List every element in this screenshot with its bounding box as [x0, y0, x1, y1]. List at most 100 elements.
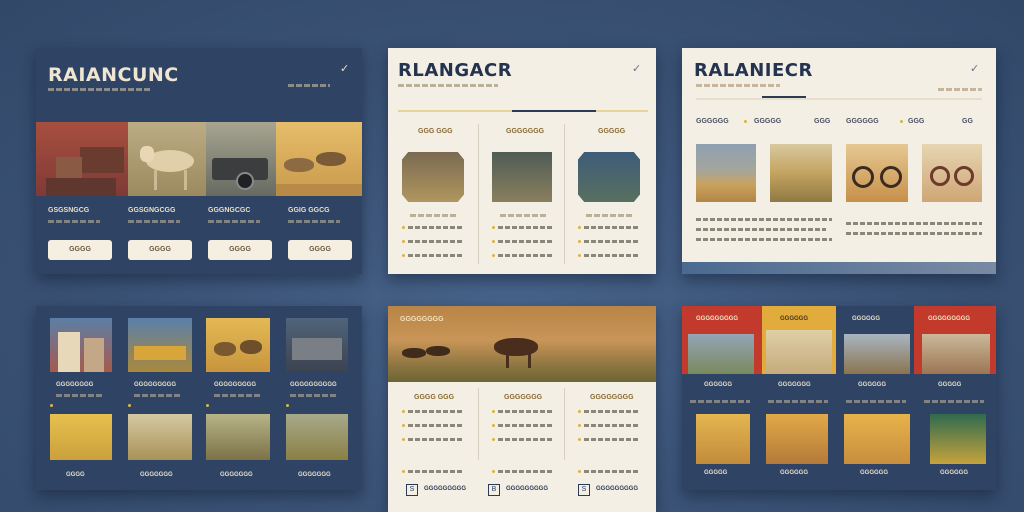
- footer-label: GGGGGGGGG: [506, 486, 549, 492]
- bullet-dot: [402, 410, 405, 413]
- bullet-text: [408, 470, 464, 473]
- item-description: [214, 394, 260, 397]
- column-caption: [586, 214, 632, 217]
- animal-image: [922, 334, 990, 374]
- body-text: [846, 222, 982, 225]
- item-description: [690, 400, 750, 403]
- caption: GGGGG: [704, 470, 728, 476]
- tab-label[interactable]: GGG: [908, 118, 924, 125]
- bullet-text: [408, 438, 464, 441]
- bullet-text: [408, 254, 464, 257]
- bullet-text: [498, 226, 554, 229]
- caption: GGGGGG: [860, 470, 889, 476]
- tab-label[interactable]: GGGGGG: [852, 316, 880, 322]
- tab-dot: [744, 120, 747, 123]
- bullet-dot: [492, 226, 495, 229]
- column-divider: [564, 388, 565, 460]
- tab-label[interactable]: GGGGGG: [846, 118, 879, 125]
- bullet-dot: [492, 424, 495, 427]
- item-label: GGIG GGCG: [288, 207, 330, 214]
- item-label: GGGGGGGG: [56, 382, 94, 388]
- tab-label[interactable]: GGGGGGGGG: [928, 316, 970, 322]
- bullet-text: [584, 254, 640, 257]
- column-label: GGGGG: [598, 128, 626, 135]
- footer-label: GGGGGGGGG: [596, 486, 639, 492]
- image-panel-animals: [276, 122, 362, 196]
- template-card-3[interactable]: RALANIECR ✓ GGGGGG GGGGG GGG GGGGGG GGG …: [682, 48, 996, 274]
- tab-label[interactable]: GGGGGG: [780, 316, 808, 322]
- template-card-4[interactable]: GGGGGGGG GGGGGGGGG GGGGGGGGG GGGGGGGGGG …: [36, 306, 362, 490]
- tab-dot: [900, 120, 903, 123]
- caption: GGGG: [66, 472, 85, 478]
- template-card-1[interactable]: RAIANCUNC ✓ GSGSNGCG GGSGNGCGG GGGNGCGC …: [36, 48, 362, 274]
- footer-square-icon[interactable]: S: [578, 484, 590, 496]
- bullet-text: [584, 424, 640, 427]
- bullet-text: [584, 226, 640, 229]
- bullet-dot: [402, 240, 405, 243]
- tab-label[interactable]: GGGGGGGGG: [696, 316, 738, 322]
- tab-label[interactable]: GGGGGG: [696, 118, 729, 125]
- footer-square-icon[interactable]: S: [406, 484, 418, 496]
- bullet-dot: [50, 404, 53, 407]
- bullet-dot: [402, 226, 405, 229]
- column-divider: [478, 124, 479, 264]
- column-label: GGG GGG: [418, 128, 453, 135]
- tab-label[interactable]: GG: [962, 118, 973, 125]
- train-image: [128, 318, 192, 372]
- image-panel-factory: [36, 122, 128, 196]
- subtitle-text: [696, 84, 780, 87]
- caption: GGGGGG: [940, 470, 969, 476]
- bullet-dot: [492, 410, 495, 413]
- truck-image: [930, 414, 986, 464]
- bullet-dot: [578, 424, 581, 427]
- column-image: [578, 152, 640, 202]
- body-text: [846, 232, 982, 235]
- caption: GGGGGGG: [298, 472, 331, 478]
- column-image: [492, 152, 552, 202]
- check-icon[interactable]: ✓: [970, 62, 979, 75]
- bullet-dot: [492, 240, 495, 243]
- header-divider-accent: [512, 110, 596, 112]
- bullet-dot: [578, 438, 581, 441]
- tab-label[interactable]: GGG: [814, 118, 830, 125]
- item-label: GGSGNGCGG: [128, 207, 176, 214]
- bullet-dot: [578, 470, 581, 473]
- item-label: GGGGG: [938, 382, 962, 388]
- field-image: [286, 414, 348, 460]
- field-image: [206, 414, 270, 460]
- column-divider: [478, 388, 479, 460]
- bullet-text: [498, 424, 554, 427]
- item-button[interactable]: GGGG: [128, 240, 192, 260]
- item-button[interactable]: GGGG: [288, 240, 352, 260]
- item-description: [924, 400, 984, 403]
- item-label: GGGGGG: [704, 382, 733, 388]
- bullet-dot: [128, 404, 131, 407]
- city-image: [50, 318, 112, 372]
- template-card-2[interactable]: RLANGACR ✓ GGG GGG GGGGGGG GGGGG: [388, 48, 656, 274]
- template-card-5[interactable]: GGGGGGGG GGGG GGG GGGGGGG GGGGGGGG S B S…: [388, 306, 656, 512]
- item-button[interactable]: GGGG: [48, 240, 112, 260]
- footer-square-icon[interactable]: B: [488, 484, 500, 496]
- check-icon[interactable]: ✓: [340, 62, 349, 75]
- animals-image: [206, 318, 270, 372]
- tab-label[interactable]: GGGGG: [754, 118, 781, 125]
- landscape-image: [770, 144, 832, 202]
- caption: GGGGGG: [780, 470, 809, 476]
- landscape-image: [688, 334, 754, 374]
- item-button[interactable]: GGGG: [208, 240, 272, 260]
- ruins-image: [766, 414, 828, 464]
- bicycle-image: [922, 144, 982, 202]
- column-caption: [500, 214, 546, 217]
- item-description: [288, 220, 340, 223]
- bullet-dot: [492, 438, 495, 441]
- column-label: GGGGGGG: [506, 128, 545, 135]
- card-title: RALANIECR: [694, 60, 813, 81]
- landscape-image: [696, 144, 756, 202]
- item-description: [290, 394, 336, 397]
- template-card-6[interactable]: GGGGGGGGG GGGGGG GGGGGG GGGGGGGGG GGGGGG…: [682, 306, 996, 490]
- bullet-text: [408, 240, 464, 243]
- bullet-dot: [578, 410, 581, 413]
- bullet-dot: [492, 254, 495, 257]
- check-icon[interactable]: ✓: [632, 62, 641, 75]
- bullet-dot: [578, 226, 581, 229]
